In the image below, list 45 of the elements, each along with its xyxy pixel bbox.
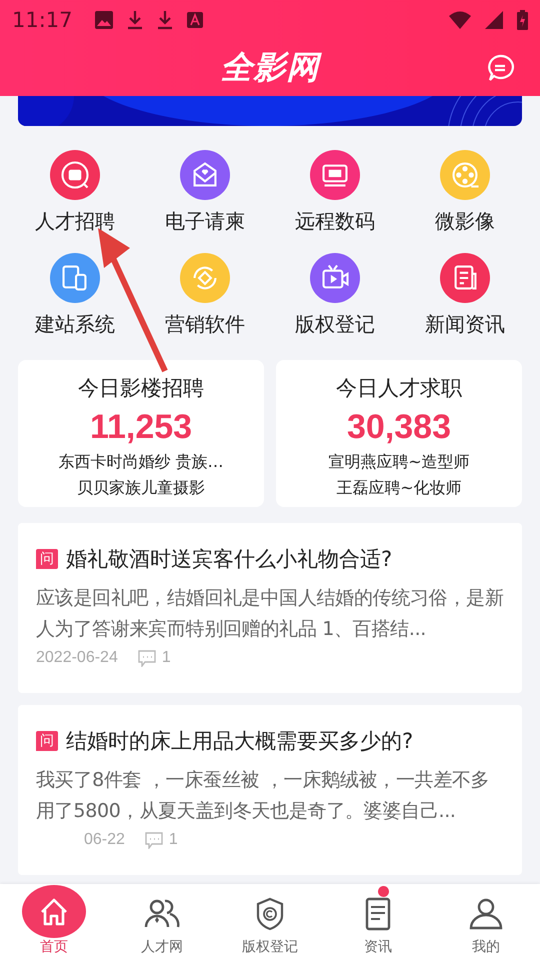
comment-count: 1 xyxy=(168,831,178,849)
question-tag: 问 xyxy=(36,549,58,569)
article-date: 06-22 xyxy=(84,831,125,849)
article-title: 结婚时的床上用品大概需要买多少的? xyxy=(66,728,414,755)
image-icon xyxy=(94,11,113,29)
ticker-line: 东西卡时尚婚纱 贵族… xyxy=(58,451,224,473)
download-icon xyxy=(156,10,173,30)
download-icon xyxy=(126,10,143,30)
shortcut-item[interactable]: 新闻资讯 xyxy=(400,253,530,338)
tab-item[interactable]: 版权登记 xyxy=(216,884,324,960)
ticker-line: 王磊应聘~化妆师 xyxy=(336,477,462,499)
ticker-line: 贝贝家族儿童摄影 xyxy=(77,477,205,499)
signal-icon xyxy=(485,11,503,29)
message-icon[interactable] xyxy=(486,54,514,82)
card-title: 今日人才求职 xyxy=(336,375,462,402)
status-time: 11:17 xyxy=(12,8,73,32)
tab-item[interactable]: 资讯 xyxy=(324,884,432,960)
comment-count: 1 xyxy=(162,649,171,667)
count-value: 30,383 xyxy=(347,408,451,447)
tab-item[interactable]: 我的 xyxy=(432,884,540,960)
card-title: 今日影楼招聘 xyxy=(78,375,204,402)
count-value: 11,253 xyxy=(90,408,192,447)
app-icon xyxy=(186,12,203,28)
shortcut-item[interactable]: 微影像 xyxy=(400,150,530,235)
tab-item[interactable]: 人才网 xyxy=(108,884,216,960)
shortcut-item[interactable]: 电子请柬 xyxy=(140,150,270,235)
ticker-line: 宣明燕应聘~造型师 xyxy=(328,451,470,473)
wifi-icon xyxy=(449,11,471,29)
shortcut-item[interactable]: 建站系统 xyxy=(10,253,140,338)
shortcut-item[interactable]: 远程数码 xyxy=(270,150,400,235)
shortcut-item[interactable]: 营销软件 xyxy=(140,253,270,338)
article-card[interactable]: 问 结婚时的床上用品大概需要买多少的? 我买了8件套 ，一床蚕丝被 ，一床鹅绒被，一共差不多用了5800，从夏天盖到冬天也是奇了。婆婆自己... 06-22 1 xyxy=(18,705,522,875)
battery-icon xyxy=(517,10,528,30)
tab-item[interactable]: 首页 xyxy=(0,884,108,960)
question-tag: 问 xyxy=(36,731,58,751)
app-logo: 全影网 xyxy=(220,46,320,90)
comment-icon xyxy=(138,650,156,666)
comment-icon xyxy=(144,832,163,848)
article-excerpt: 我买了8件套 ，一床蚕丝被 ，一床鹅绒被，一共差不多用了5800，从夏天盖到冬天也是奇了。婆婆自己... xyxy=(36,768,490,824)
shortcut-item[interactable]: 版权登记 xyxy=(270,253,400,338)
article-card[interactable]: 问 婚礼敬酒时送宾客什么小礼物合适? 应该是回礼吧，结婚回礼是中国人结婚的传统习俗，是新人为了答谢来宾而特别回赠的礼品 1、百搭结... 2022-06-24 1 xyxy=(18,523,522,693)
article-date: 2022-06-24 xyxy=(36,649,118,667)
article-title: 婚礼敬酒时送宾客什么小礼物合适? xyxy=(66,546,392,573)
shortcut-item[interactable]: 人才招聘 xyxy=(10,150,140,235)
article-excerpt: 应该是回礼吧，结婚回礼是中国人结婚的传统习俗，是新人为了答谢来宾而特别回赠的礼品 1、百搭结... xyxy=(36,586,505,642)
